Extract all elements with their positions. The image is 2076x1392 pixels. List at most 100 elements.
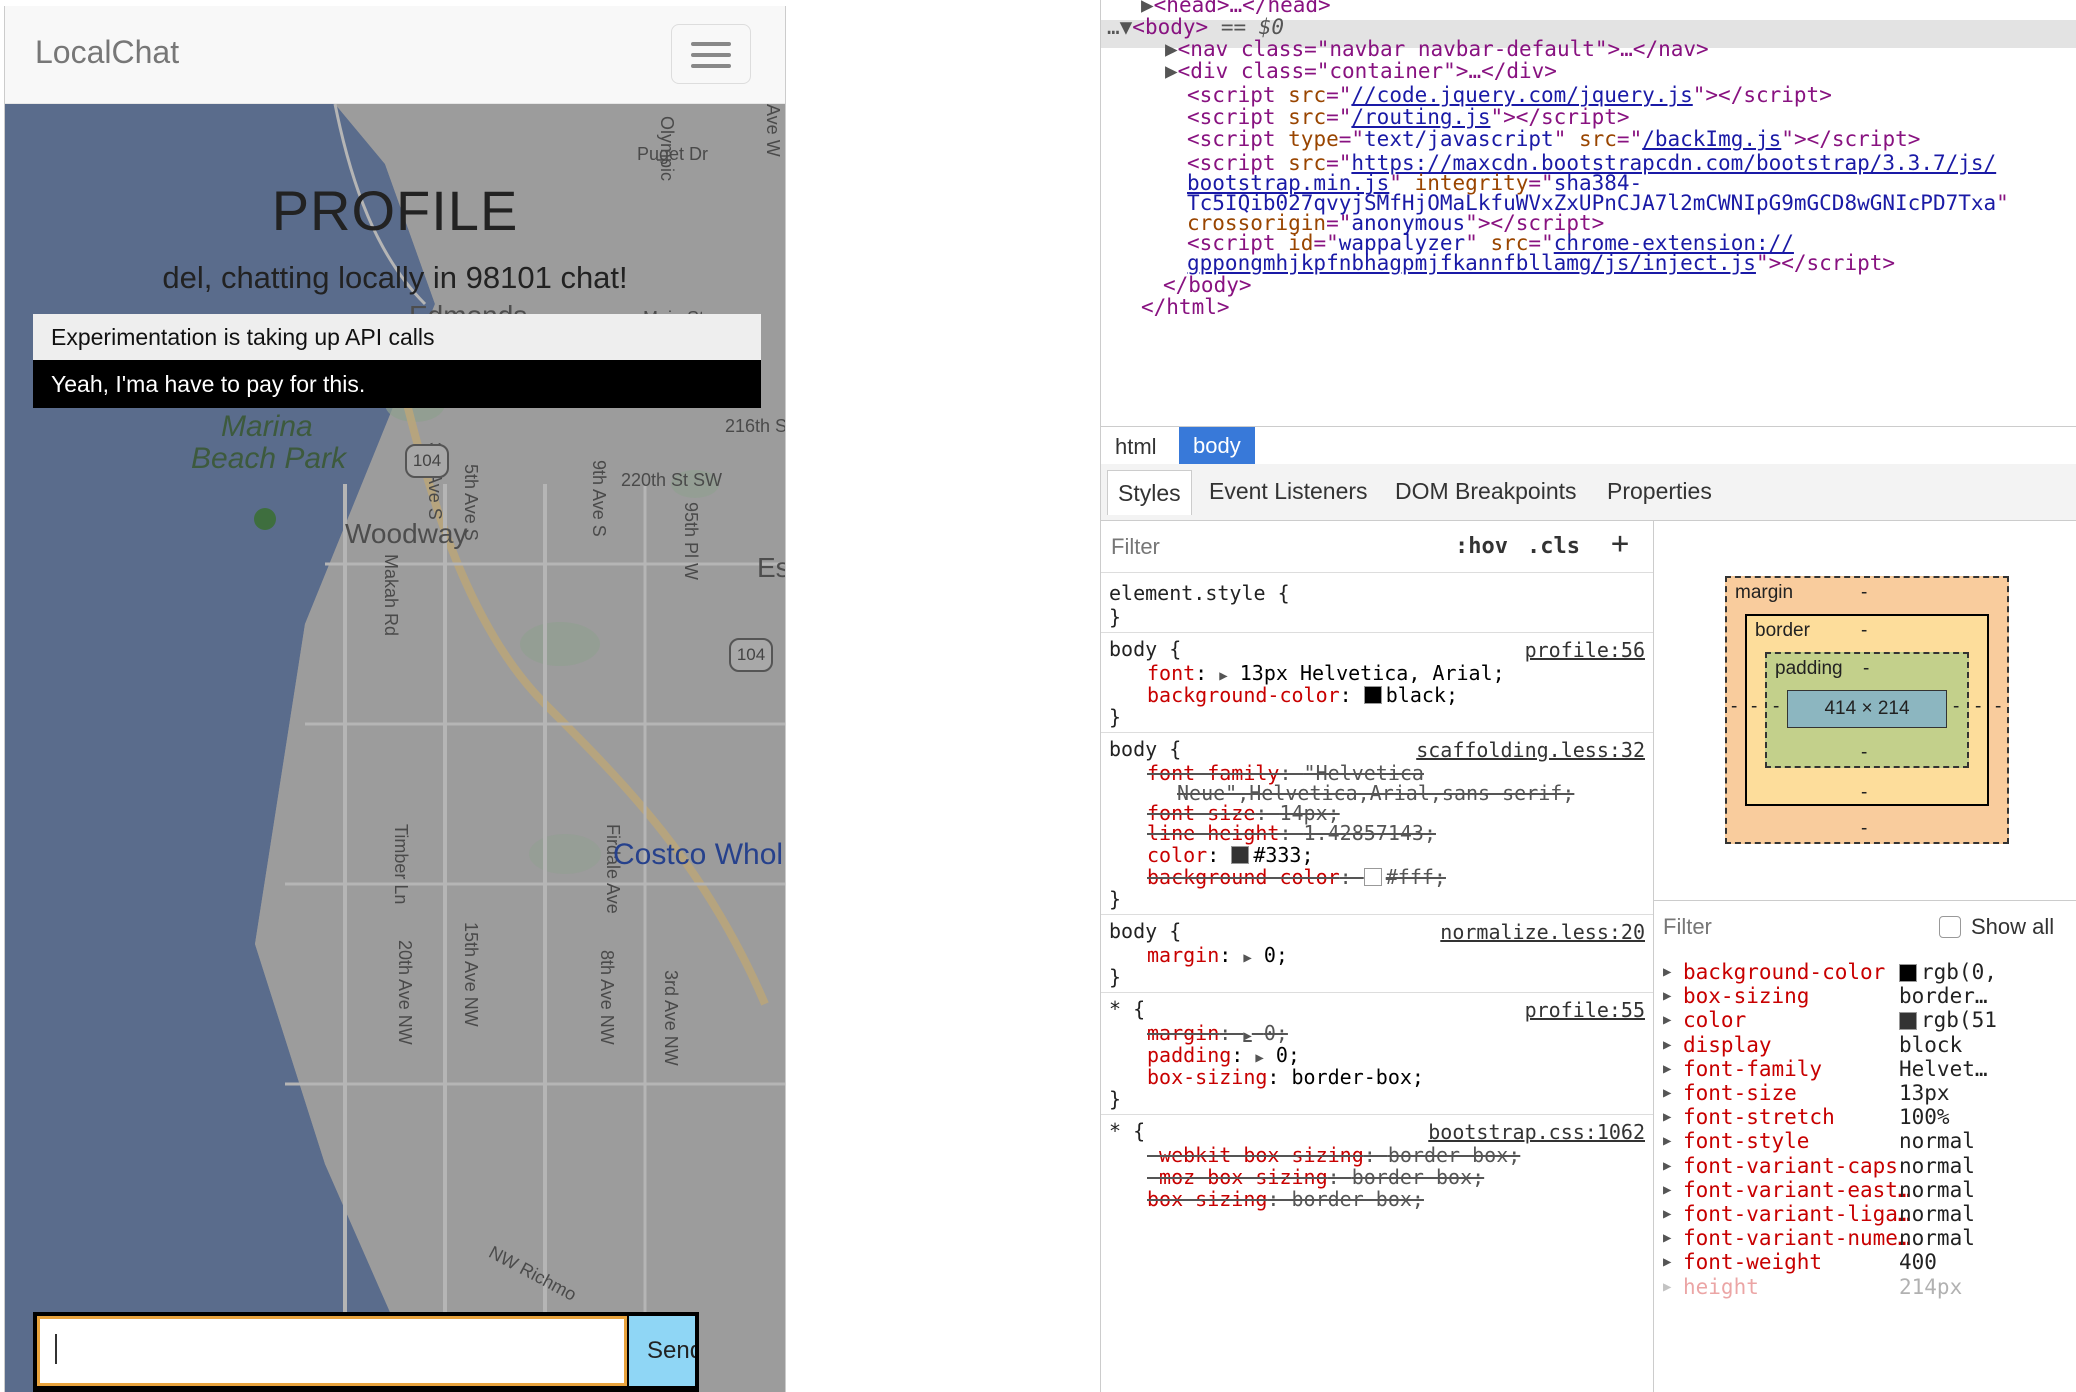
map-label: 216th S [725,416,785,436]
color-swatch[interactable] [1231,846,1250,864]
new-rule-button[interactable]: + [1611,526,1629,561]
show-all-label: Show all [1971,914,2055,939]
mobile-viewport: LocalChat Olympic Puget Dr Ave W 3rd Ave… [4,6,786,1392]
dom-node-html-close: </html> [1141,295,1230,319]
style-declaration-overridden[interactable]: background-color: #fff; [1147,866,1446,888]
color-swatch[interactable] [1363,686,1382,704]
computed-filter-input[interactable]: Filter [1663,914,1712,940]
style-declaration[interactable]: margin: ▶ 0; [1147,944,1288,969]
rule-selector: * { [1109,997,1146,1021]
style-declaration-overridden[interactable]: -moz-box-sizing: border-box; [1147,1166,1484,1188]
rule-source-link[interactable]: normalize.less:20 [1440,920,1645,944]
breadcrumb: html body [1101,426,2076,466]
tab-styles[interactable]: Styles [1107,470,1192,515]
page-title: PROFILE [271,179,519,242]
rule-close: } [1109,887,1122,911]
show-all-checkbox[interactable] [1939,916,1961,938]
park-label: Marina [221,410,313,443]
box-model-content[interactable]: 414 × 214 [1787,690,1947,728]
map-label: 8th Ave NW [597,950,617,1045]
map-graphic [5,104,785,1392]
map-label: Puget Dr [637,144,709,164]
dom-node-container[interactable]: ▶<div class="container">…</div> [1165,58,1557,84]
computed-row[interactable]: ▶ height 214px [1653,1271,2076,1303]
compose-bar: Send [33,1312,699,1392]
style-declaration[interactable]: background-color: black; [1147,684,1458,706]
box-model-value[interactable]: - [1861,818,1867,840]
park-label: Beach Park [191,442,347,475]
chat-message: Yeah, I'ma have to pay for this. [33,360,761,408]
box-model-value[interactable]: - [1861,620,1867,642]
menu-toggle-button[interactable] [671,24,751,84]
rule-close: } [1109,965,1122,989]
computed-property-name: height [1683,1274,1759,1299]
expand-arrow-icon[interactable]: ▶ [1663,1271,1671,1303]
sidebar-tabs: Styles Event Listeners DOM Breakpoints P… [1101,464,2076,521]
map-label: 95th Pl W [681,502,701,581]
breadcrumb-html[interactable]: html [1115,434,1157,460]
rule-close: } [1109,605,1122,629]
box-model-value[interactable]: - [1861,782,1867,804]
highway-shield-icon: 104 [729,638,773,672]
box-model-value[interactable]: - [1751,696,1757,718]
box-model-padding-label: padding [1775,658,1843,679]
chat-input[interactable] [37,1316,627,1386]
tab-dom-breakpoints[interactable]: DOM Breakpoints [1395,478,1577,505]
tab-event-listeners[interactable]: Event Listeners [1209,478,1368,505]
class-toggle[interactable]: .cls [1527,534,1580,559]
style-declaration[interactable]: box-sizing: border-box; [1147,1066,1424,1088]
background-map: Olympic Puget Dr Ave W Edmonds Main St 3… [5,104,785,1392]
box-model-border-label: border [1755,620,1810,641]
box-model-value[interactable]: - [1861,742,1867,764]
menu-bar-icon [691,53,731,57]
map-label: Ave W [763,104,783,157]
breadcrumb-body[interactable]: body [1179,427,1255,465]
rule-selector: body { [1109,919,1182,943]
map-label: Makah Rd [381,554,401,637]
rule-source-link[interactable]: scaffolding.less:32 [1416,738,1645,762]
box-model-value[interactable]: - [1861,582,1867,604]
style-declaration-overridden[interactable]: box-sizing: border-box; [1147,1188,1424,1210]
color-swatch[interactable] [1363,868,1382,886]
map-label: Costco Whol [613,838,784,871]
computed-styles-pane: Filter Show all ▶ background-color rgb(0, ▶… [1653,900,2076,1392]
styles-pane: Filter :hov .cls + element.style { } bod… [1101,520,1654,1392]
style-declaration-overridden[interactable]: -webkit-box-sizing: border-box; [1147,1144,1520,1166]
chat-message: Experimentation is taking up API calls [33,314,761,360]
box-model-value[interactable]: - [1731,696,1737,718]
style-declaration-overridden[interactable]: line-height: 1.42857143; [1147,822,1436,844]
rule-source-link[interactable]: profile:55 [1525,998,1645,1022]
box-model-value[interactable]: - [1863,658,1869,680]
box-model-pane: 414 × 214 margin - border - padding - - … [1653,520,2076,901]
hover-state-toggle[interactable]: :hov [1455,534,1508,559]
rule-source-link[interactable]: bootstrap.css:1062 [1428,1120,1645,1144]
tab-properties[interactable]: Properties [1607,478,1712,505]
send-button[interactable]: Send [629,1316,695,1386]
navbar: LocalChat [5,6,785,104]
rule-divider [1101,1114,1653,1115]
highway-shield-icon: 104 [405,444,449,478]
rule-source-link[interactable]: profile:56 [1525,638,1645,662]
text-caret [55,1334,57,1364]
rule-selector: body { [1109,637,1182,661]
map-label: Woodway [345,518,468,549]
map-label: Es [757,552,785,583]
computed-property-value: 214px [1899,1274,1963,1299]
rule-selector: body { [1109,737,1182,761]
dom-node-script[interactable]: <script type="text/javascript" src="/bac… [1187,126,1920,152]
rule-close: } [1109,705,1122,729]
style-declaration[interactable]: color: #333; [1147,844,1314,866]
styles-filter-input[interactable]: Filter [1111,534,1160,560]
styles-filter-bar: Filter :hov .cls + [1101,520,1653,573]
box-model-value[interactable]: - [1953,696,1959,718]
box-model-margin-label: margin [1735,582,1794,603]
rule-close: } [1109,1087,1122,1111]
brand-link[interactable]: LocalChat [35,34,179,71]
map-label: 220th St SW [621,470,723,490]
box-model-value[interactable]: - [1995,696,2001,718]
map-label: 20th Ave NW [395,940,415,1045]
box-model-value[interactable]: - [1975,696,1981,718]
rule-divider [1101,992,1653,993]
box-model-value[interactable]: - [1773,696,1779,718]
map-label: 15th Ave NW [461,922,481,1027]
